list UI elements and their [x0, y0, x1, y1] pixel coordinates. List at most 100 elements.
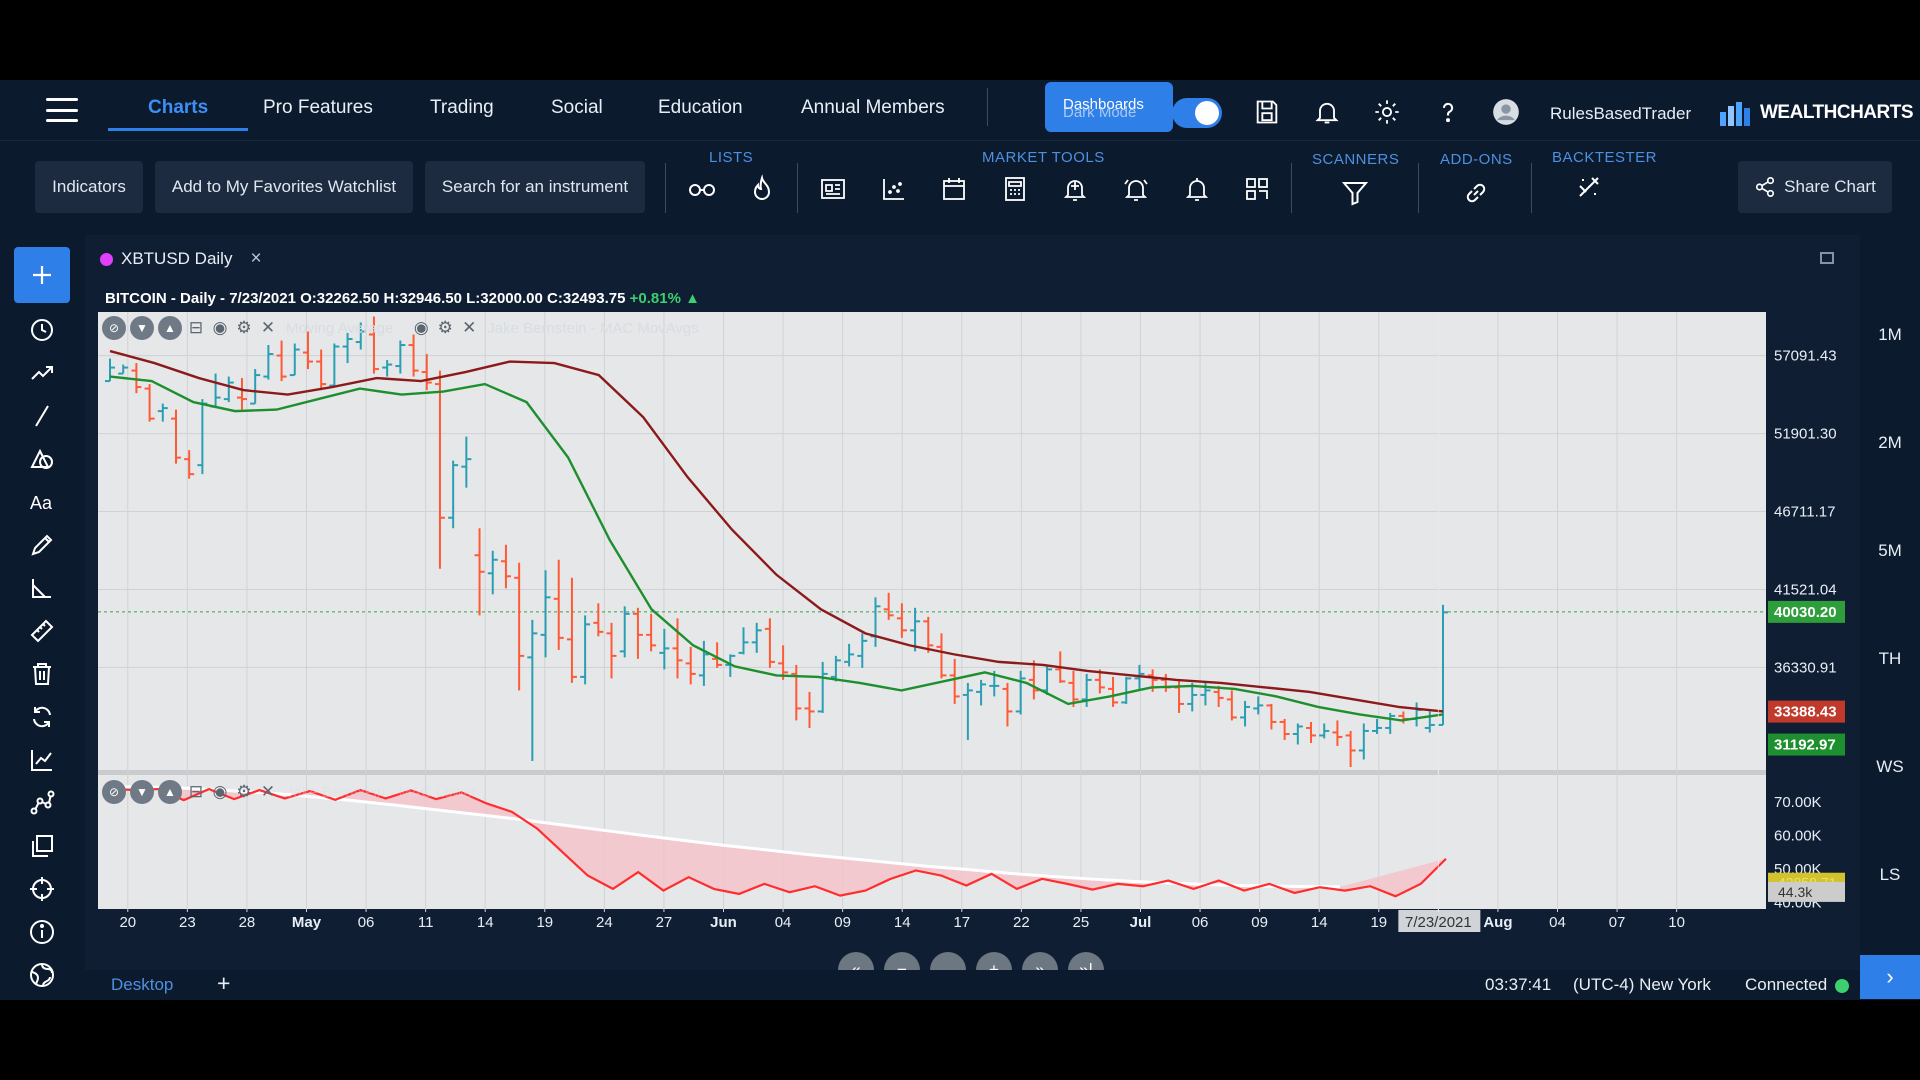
- link-icon[interactable]: [1460, 177, 1492, 209]
- sidebar-item-ls[interactable]: LS: [1860, 865, 1920, 885]
- sidebar-item-1m[interactable]: 1M: [1860, 325, 1920, 345]
- app-window: Charts Pro Features Trading Social Educa…: [0, 80, 1920, 1000]
- indicator-label-mac-movavgs[interactable]: Jake Bernstein - MAC MovAvgs: [487, 320, 698, 337]
- move-up-icon[interactable]: ▲: [158, 780, 182, 804]
- sidebar-item-th[interactable]: TH: [1860, 649, 1920, 669]
- trash-icon[interactable]: [14, 656, 70, 692]
- toolbar-divider: [1291, 163, 1292, 213]
- sidebar-item-ws[interactable]: WS: [1860, 757, 1920, 777]
- notifications-icon[interactable]: [1313, 98, 1341, 126]
- fire-icon[interactable]: [746, 173, 778, 205]
- globe-icon[interactable]: [14, 957, 70, 993]
- tab-charts[interactable]: Charts: [148, 97, 208, 119]
- indicator-chart-icon[interactable]: [14, 742, 70, 778]
- time-tick-label: 24: [596, 914, 613, 931]
- remove-icon[interactable]: ✕: [258, 782, 278, 802]
- calendar-icon[interactable]: [938, 173, 970, 205]
- shapes-icon[interactable]: [14, 441, 70, 477]
- ruler-icon[interactable]: [14, 613, 70, 649]
- collapse-icon[interactable]: ⊘: [102, 316, 126, 340]
- eye-icon[interactable]: ◉: [210, 782, 230, 802]
- ohlc-change: +0.81%: [629, 290, 681, 307]
- info-icon[interactable]: [14, 914, 70, 950]
- sidebar-item-5m[interactable]: 5M: [1860, 541, 1920, 561]
- pane-divider: [98, 770, 1766, 775]
- crosshair-date-label: 7/23/2021: [1405, 914, 1472, 931]
- tab-education[interactable]: Education: [658, 97, 743, 119]
- glasses-icon[interactable]: [686, 173, 718, 205]
- move-up-icon[interactable]: ▲: [158, 316, 182, 340]
- trend-icon[interactable]: [14, 355, 70, 391]
- price-chart[interactable]: 57091.43 51901.30 46711.17 41521.04 36330.91…: [98, 312, 1845, 994]
- avatar[interactable]: [1492, 98, 1520, 126]
- time-tick-label: 14: [894, 914, 911, 931]
- share-chart-button[interactable]: Share Chart: [1738, 161, 1892, 213]
- indicator-label-mac-lower[interactable]: Jake Bernstein - MAC Lower: [286, 784, 477, 801]
- bell-ring-icon[interactable]: [1120, 173, 1152, 205]
- pencil-icon[interactable]: [14, 527, 70, 563]
- hamburger-menu-icon[interactable]: [46, 98, 78, 122]
- dark-mode-toggle[interactable]: [1172, 98, 1222, 128]
- sidebar-item-2m[interactable]: 2M: [1860, 433, 1920, 453]
- minimize-icon[interactable]: ⊟: [186, 318, 206, 338]
- gear-icon[interactable]: ⚙: [234, 782, 254, 802]
- add-to-watchlist-button[interactable]: Add to My Favorites Watchlist: [155, 161, 413, 213]
- search-instrument-button[interactable]: Search for an instrument: [425, 161, 645, 213]
- heatmap-icon[interactable]: [1241, 173, 1273, 205]
- indicator-label-moving-average[interactable]: Moving Average: [286, 320, 393, 337]
- indicators-button[interactable]: Indicators: [35, 161, 143, 213]
- gear-icon[interactable]: ⚙: [234, 318, 254, 338]
- tab-pro-features[interactable]: Pro Features: [263, 97, 373, 119]
- bell-icon[interactable]: [1181, 173, 1213, 205]
- move-down-icon[interactable]: ▼: [130, 316, 154, 340]
- news-icon[interactable]: [817, 173, 849, 205]
- layers-icon[interactable]: [14, 828, 70, 864]
- move-down-icon[interactable]: ▼: [130, 780, 154, 804]
- collapse-icon[interactable]: ⊘: [102, 780, 126, 804]
- connection-status-dot: [1835, 979, 1849, 993]
- expand-panel-button[interactable]: ›: [1860, 955, 1920, 999]
- dashboards-button[interactable]: Dashboards Dark Mode: [1045, 82, 1173, 132]
- gear-icon[interactable]: ⚙: [435, 318, 455, 338]
- remove-icon[interactable]: ✕: [459, 318, 479, 338]
- close-icon[interactable]: ×: [250, 248, 261, 270]
- tab-social[interactable]: Social: [551, 97, 603, 119]
- calculator-icon[interactable]: [999, 173, 1031, 205]
- logo-text: WEALTHCHARTS: [1760, 102, 1914, 123]
- plus-icon[interactable]: [14, 247, 70, 303]
- settings-gear-icon[interactable]: [1373, 98, 1401, 126]
- clock-icon[interactable]: [14, 312, 70, 348]
- ohlc-open: 32262.50: [316, 290, 380, 307]
- add-tab-button[interactable]: +: [217, 970, 230, 997]
- text-tool-icon[interactable]: Aa: [14, 484, 70, 520]
- node-icon[interactable]: [14, 785, 70, 821]
- tab-annual-members[interactable]: Annual Members: [801, 97, 945, 119]
- connection-status: Connected: [1745, 975, 1828, 994]
- active-tab-indicator: [108, 128, 248, 131]
- tab-trading[interactable]: Trading: [430, 97, 494, 119]
- save-icon[interactable]: [1253, 98, 1281, 126]
- share-icon: [1756, 177, 1775, 197]
- remove-icon[interactable]: ✕: [258, 318, 278, 338]
- time-tick-label: 04: [775, 914, 792, 931]
- help-icon[interactable]: [1434, 98, 1462, 126]
- scatter-icon[interactable]: [878, 173, 910, 205]
- refresh-icon[interactable]: [14, 699, 70, 735]
- line-tool-icon[interactable]: [14, 398, 70, 434]
- maximize-icon[interactable]: [1820, 252, 1834, 264]
- username[interactable]: RulesBasedTrader: [1550, 104, 1691, 124]
- bell-plus-icon[interactable]: [1059, 173, 1091, 205]
- chart-canvas[interactable]: 57091.43 51901.30 46711.17 41521.04 36330.91…: [98, 312, 1845, 994]
- minimize-icon[interactable]: ⊟: [186, 782, 206, 802]
- eye-icon[interactable]: ◉: [411, 318, 431, 338]
- timezone[interactable]: (UTC-4) New York: [1573, 975, 1711, 995]
- chart-tab[interactable]: XBTUSD Daily ×: [100, 242, 262, 276]
- tab-desktop[interactable]: Desktop: [111, 975, 173, 995]
- lower-indicator-controls: ⊘ ▼ ▲ ⊟ ◉ ⚙ ✕ Jake Bernstein - MAC Lower: [102, 780, 477, 804]
- angle-tool-icon[interactable]: [14, 570, 70, 606]
- top-nav: Charts Pro Features Trading Social Educa…: [0, 80, 1920, 140]
- crosshair-icon[interactable]: [14, 871, 70, 907]
- filter-icon[interactable]: [1339, 177, 1371, 209]
- hide-icon[interactable]: ◉: [210, 318, 230, 338]
- backtest-icon[interactable]: [1573, 171, 1605, 203]
